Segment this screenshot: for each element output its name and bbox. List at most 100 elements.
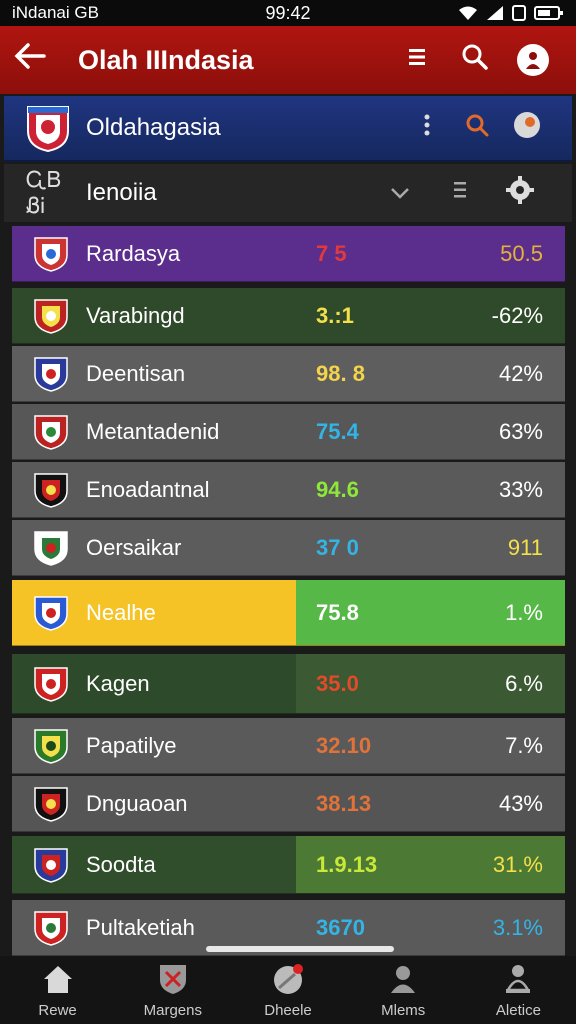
nav-label: Mlems [381,1001,426,1019]
team-crest-icon [34,472,68,508]
list-icon [454,182,466,198]
percent-value: 33% [498,476,543,502]
trophy-icon [506,964,531,993]
percent-value: 31.% [492,851,543,877]
nav-label: Rewe [38,1001,77,1019]
page-title: Olah IIIndasia [78,44,254,75]
sim-icon [512,5,526,21]
team-crest-icon [34,236,68,272]
team-name: Pultaketiah [86,914,195,940]
status-icons [458,5,564,21]
team-crest-icon [34,666,68,702]
rating-value: 75.8 [316,599,359,625]
table-row[interactable]: Rardasya 7 5 50.5 [12,226,565,282]
team-crest-icon [34,414,68,450]
table-row[interactable]: Papatilye 32.10 7.% [12,718,565,774]
back-button[interactable] [14,42,64,78]
table-row[interactable]: Soodta 1.9.13 31.% [12,836,565,894]
nav-dheele[interactable]: Dheele [230,956,345,1024]
team-name: Oersaikar [86,534,182,560]
table-row[interactable]: Deentisan 98. 8 42% [12,346,565,402]
team-crest-icon [34,786,68,822]
rating-value: 37 0 [316,534,359,560]
team-crest-icon [34,847,68,883]
table-row[interactable]: Varabingd 3.:1 -62% [12,288,565,344]
percent-value: 1.% [505,599,543,625]
shield-icon [159,964,186,994]
ball-icon [274,963,303,994]
percent-value: 911 [507,534,543,560]
signal-icon [487,6,503,20]
gear-icon [506,176,534,204]
dropdown-button[interactable] [370,180,430,206]
info-icon [514,112,540,138]
more-options-button[interactable] [402,114,452,142]
home-icon [43,965,72,993]
search-icon [462,44,488,70]
nav-mlems[interactable]: Mlems [346,956,461,1024]
team-crest-icon [27,106,69,153]
rating-value: 94.6 [316,476,359,502]
menu-icon [409,48,425,65]
nav-label: Dheele [264,1001,312,1019]
filter-label: Ienoiia [86,179,157,206]
team-crest-icon [34,530,68,566]
search-button[interactable] [446,43,504,78]
percent-value: 7.% [505,732,543,758]
list-view-button[interactable] [430,180,490,206]
table-row[interactable]: Kagen 35.0 6.% [12,654,565,714]
team-crest-icon [34,356,68,392]
rating-value: 32.10 [316,732,372,758]
team-header[interactable]: Oldahagasia [4,96,572,162]
percent-value: 63% [498,418,543,444]
table-row[interactable]: Metantadenid 75.4 63% [12,404,565,460]
team-crest-icon [34,298,68,334]
menu-button[interactable] [388,46,446,75]
table-row[interactable]: Dnguaoan 38.13 43% [12,776,565,832]
more-vertical-icon [424,114,430,136]
home-indicator[interactable] [206,946,394,952]
table-row[interactable]: Enoadantnal 94.6 33% [12,462,565,518]
rating-value: 98. 8 [316,360,365,386]
team-name: Deentisan [86,360,186,386]
percent-value: 6.% [505,670,543,696]
nav-label: Aletice [495,1001,541,1019]
nav-aletice[interactable]: Aletice [461,956,576,1024]
table-row[interactable]: Nealhe 75.8 1.% [12,580,565,646]
arrow-left-icon [14,43,46,69]
team-crest-icon [34,728,68,764]
chevron-down-icon [391,188,409,199]
nav-label: Margens [143,1001,202,1019]
percent-value: 50.5 [500,240,543,266]
profile-button[interactable] [504,43,562,77]
percent-value: 43% [498,790,543,816]
user-icon [517,43,549,76]
rating-value: 75.4 [316,418,359,444]
team-info-button[interactable] [502,111,552,145]
table-row[interactable]: Oersaikar 37 0 911 [12,520,565,576]
filter-prefix: ᏩᏴ ᏰᎥ [26,167,62,218]
bottom-nav: Rewe Margens Dheele Mlems Aletice [0,956,576,1024]
battery-icon [534,6,563,20]
settings-button[interactable] [490,175,550,211]
wifi-icon [459,6,477,20]
team-name: Oldahagasia [86,114,221,141]
status-bar: iNdanai GB 99:42 [0,0,576,26]
team-crest-icon [34,595,68,631]
rating-value: 3.:1 [316,302,354,328]
team-name: Nealhe [86,599,156,625]
team-search-button[interactable] [452,113,502,143]
team-name: Enoadantnal [86,476,210,502]
team-name: Kagen [86,670,150,696]
percent-value: 42% [498,360,543,386]
rating-value: 3670 [316,914,365,940]
team-crest-icon [34,910,68,946]
rating-value: 35.0 [316,670,359,696]
team-name: Varabingd [86,302,185,328]
nav-home[interactable]: Rewe [0,956,115,1024]
team-name: Papatilye [86,732,177,758]
search-icon [466,114,489,137]
nav-margens[interactable]: Margens [115,956,230,1024]
person-icon [391,965,416,993]
team-name: Metantadenid [86,418,220,444]
